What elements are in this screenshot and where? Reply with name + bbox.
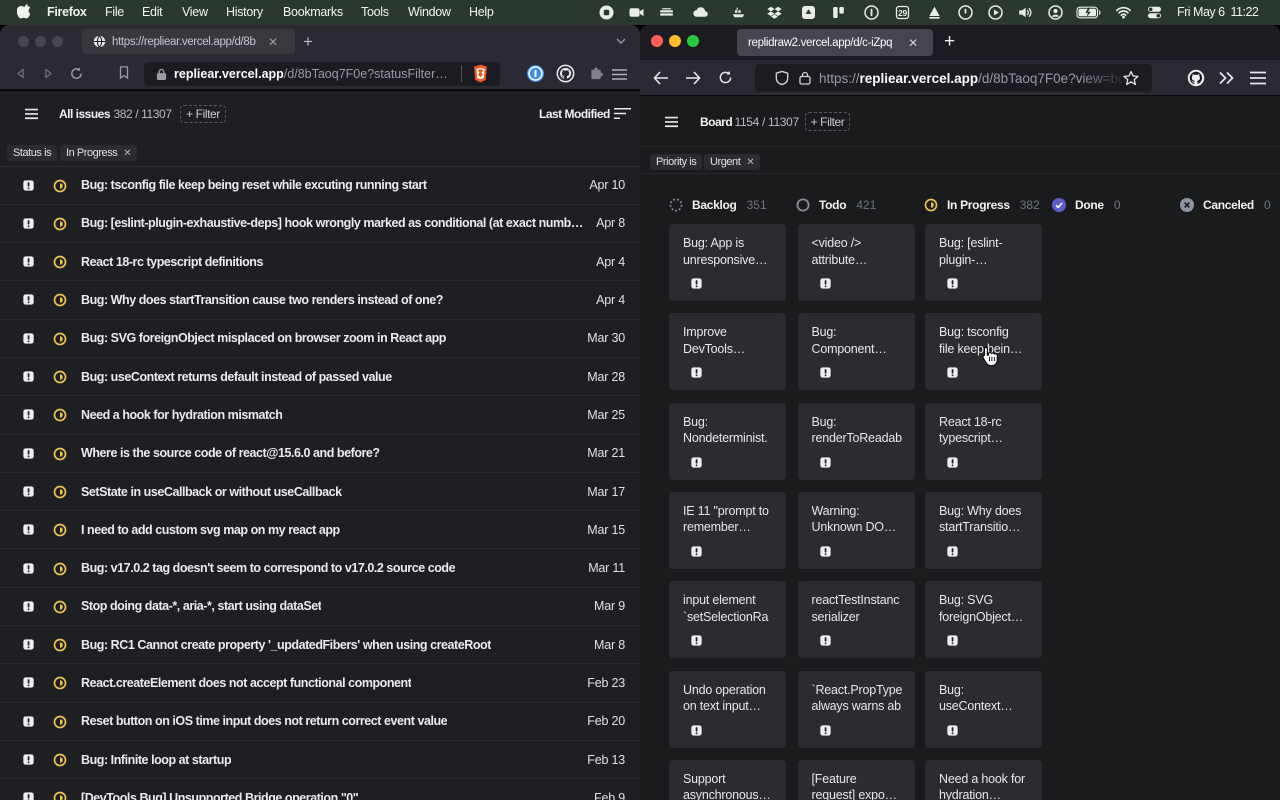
svg-text:29: 29: [898, 8, 907, 18]
